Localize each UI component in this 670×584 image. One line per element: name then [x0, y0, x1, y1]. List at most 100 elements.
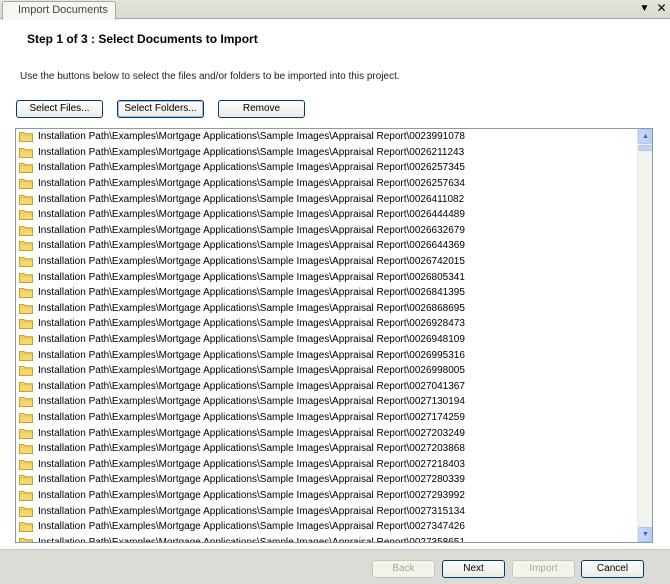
vertical-scrollbar[interactable]: ▲ ▼: [637, 129, 652, 542]
list-item-label: Installation Path\Examples\Mortgage Appl…: [38, 131, 465, 143]
list-item-label: Installation Path\Examples\Mortgage Appl…: [38, 411, 465, 423]
list-item-label: Installation Path\Examples\Mortgage Appl…: [38, 505, 465, 517]
list-item-label: Installation Path\Examples\Mortgage Appl…: [38, 256, 465, 268]
list-item[interactable]: Installation Path\Examples\Mortgage Appl…: [16, 207, 636, 223]
list-item[interactable]: Installation Path\Examples\Mortgage Appl…: [16, 347, 636, 363]
list-item-label: Installation Path\Examples\Mortgage Appl…: [38, 443, 465, 455]
list-item-label: Installation Path\Examples\Mortgage Appl…: [38, 349, 465, 361]
list-item[interactable]: Installation Path\Examples\Mortgage Appl…: [16, 301, 636, 317]
list-item[interactable]: Installation Path\Examples\Mortgage Appl…: [16, 238, 636, 254]
list-item[interactable]: Installation Path\Examples\Mortgage Appl…: [16, 534, 636, 543]
file-listbox[interactable]: Installation Path\Examples\Mortgage Appl…: [15, 128, 653, 543]
list-item-label: Installation Path\Examples\Mortgage Appl…: [38, 458, 465, 470]
folder-icon: [19, 147, 33, 158]
folder-icon: [19, 474, 33, 486]
file-list-items: Installation Path\Examples\Mortgage Appl…: [16, 129, 636, 543]
list-item[interactable]: Installation Path\Examples\Mortgage Appl…: [16, 379, 636, 395]
list-item[interactable]: Installation Path\Examples\Mortgage Appl…: [16, 316, 636, 332]
list-item-label: Installation Path\Examples\Mortgage Appl…: [38, 365, 465, 377]
folder-icon: [19, 256, 33, 268]
folder-icon: [19, 225, 33, 236]
list-item[interactable]: Installation Path\Examples\Mortgage Appl…: [16, 503, 636, 519]
list-item[interactable]: Installation Path\Examples\Mortgage Appl…: [16, 254, 636, 270]
folder-icon: [19, 350, 33, 361]
list-item[interactable]: Installation Path\Examples\Mortgage Appl…: [16, 129, 636, 145]
folder-icon: [19, 428, 33, 439]
folder-icon: [19, 194, 33, 205]
list-item[interactable]: Installation Path\Examples\Mortgage Appl…: [16, 285, 636, 301]
folder-icon: [19, 412, 33, 423]
folder-icon: [19, 506, 33, 517]
list-item[interactable]: Installation Path\Examples\Mortgage Appl…: [16, 223, 636, 239]
step-title: Step 1 of 3 : Select Documents to Import: [27, 32, 258, 46]
list-item-label: Installation Path\Examples\Mortgage Appl…: [38, 396, 465, 408]
tab-strip: Import Documents ▼ ✕: [0, 0, 670, 20]
folder-icon: [19, 381, 33, 392]
list-item-label: Installation Path\Examples\Mortgage Appl…: [38, 162, 465, 174]
instructions-text: Use the buttons below to select the file…: [20, 71, 400, 82]
list-item-label: Installation Path\Examples\Mortgage Appl…: [38, 287, 465, 299]
folder-icon: [19, 537, 33, 542]
list-item[interactable]: Installation Path\Examples\Mortgage Appl…: [16, 145, 636, 161]
wizard-footer: Back Next Import Cancel: [0, 549, 670, 584]
select-files-button[interactable]: Select Files...: [16, 100, 103, 118]
folder-icon: [19, 272, 33, 283]
list-item-label: Installation Path\Examples\Mortgage Appl…: [38, 193, 465, 205]
back-button[interactable]: Back: [372, 560, 435, 578]
folder-icon: [19, 365, 33, 377]
list-item-label: Installation Path\Examples\Mortgage Appl…: [38, 271, 465, 283]
scroll-down-arrow-icon[interactable]: ▼: [638, 527, 652, 542]
folder-icon: [19, 178, 33, 190]
list-item[interactable]: Installation Path\Examples\Mortgage Appl…: [16, 456, 636, 472]
list-item-label: Installation Path\Examples\Mortgage Appl…: [38, 489, 465, 501]
list-item-label: Installation Path\Examples\Mortgage Appl…: [38, 224, 465, 236]
import-button[interactable]: Import: [512, 560, 575, 578]
tab-import-documents[interactable]: Import Documents: [2, 1, 116, 20]
list-item[interactable]: Installation Path\Examples\Mortgage Appl…: [16, 176, 636, 192]
close-icon[interactable]: ✕: [656, 2, 667, 15]
list-item[interactable]: Installation Path\Examples\Mortgage Appl…: [16, 425, 636, 441]
remove-button[interactable]: Remove: [218, 100, 305, 118]
list-item-label: Installation Path\Examples\Mortgage Appl…: [38, 209, 465, 221]
list-item-label: Installation Path\Examples\Mortgage Appl…: [38, 380, 465, 392]
folder-icon: [19, 396, 33, 408]
folder-icon: [19, 490, 33, 501]
wizard-content: Step 1 of 3 : Select Documents to Import…: [0, 20, 670, 549]
list-item[interactable]: Installation Path\Examples\Mortgage Appl…: [16, 472, 636, 488]
tab-label: Import Documents: [18, 4, 108, 16]
scrollbar-thumb[interactable]: [638, 145, 652, 151]
scroll-up-arrow-icon[interactable]: ▲: [638, 129, 652, 144]
next-button[interactable]: Next: [442, 560, 505, 578]
list-item-label: Installation Path\Examples\Mortgage Appl…: [38, 178, 465, 190]
list-item-label: Installation Path\Examples\Mortgage Appl…: [38, 302, 465, 314]
folder-icon: [19, 318, 33, 330]
list-item-label: Installation Path\Examples\Mortgage Appl…: [38, 536, 465, 543]
list-item-label: Installation Path\Examples\Mortgage Appl…: [38, 427, 465, 439]
folder-icon: [19, 209, 33, 221]
list-item[interactable]: Installation Path\Examples\Mortgage Appl…: [16, 160, 636, 176]
folder-icon: [19, 521, 33, 533]
select-folders-button[interactable]: Select Folders...: [117, 100, 204, 118]
list-item[interactable]: Installation Path\Examples\Mortgage Appl…: [16, 410, 636, 426]
dropdown-arrow-icon[interactable]: ▼: [639, 2, 650, 15]
list-item[interactable]: Installation Path\Examples\Mortgage Appl…: [16, 488, 636, 504]
list-item[interactable]: Installation Path\Examples\Mortgage Appl…: [16, 394, 636, 410]
list-item[interactable]: Installation Path\Examples\Mortgage Appl…: [16, 332, 636, 348]
folder-icon: [19, 459, 33, 470]
list-item[interactable]: Installation Path\Examples\Mortgage Appl…: [16, 519, 636, 535]
list-item[interactable]: Installation Path\Examples\Mortgage Appl…: [16, 363, 636, 379]
list-item[interactable]: Installation Path\Examples\Mortgage Appl…: [16, 269, 636, 285]
window-controls: ▼ ✕: [639, 2, 667, 15]
list-item-label: Installation Path\Examples\Mortgage Appl…: [38, 146, 465, 158]
folder-icon: [19, 287, 33, 299]
list-item-label: Installation Path\Examples\Mortgage Appl…: [38, 521, 465, 533]
cancel-button[interactable]: Cancel: [581, 560, 644, 578]
folder-icon: [19, 162, 33, 174]
list-item-label: Installation Path\Examples\Mortgage Appl…: [38, 474, 465, 486]
folder-icon: [19, 334, 33, 346]
list-item[interactable]: Installation Path\Examples\Mortgage Appl…: [16, 441, 636, 457]
folder-icon: [19, 443, 33, 455]
list-item[interactable]: Installation Path\Examples\Mortgage Appl…: [16, 191, 636, 207]
folder-icon: [19, 131, 33, 143]
list-item-label: Installation Path\Examples\Mortgage Appl…: [38, 318, 465, 330]
